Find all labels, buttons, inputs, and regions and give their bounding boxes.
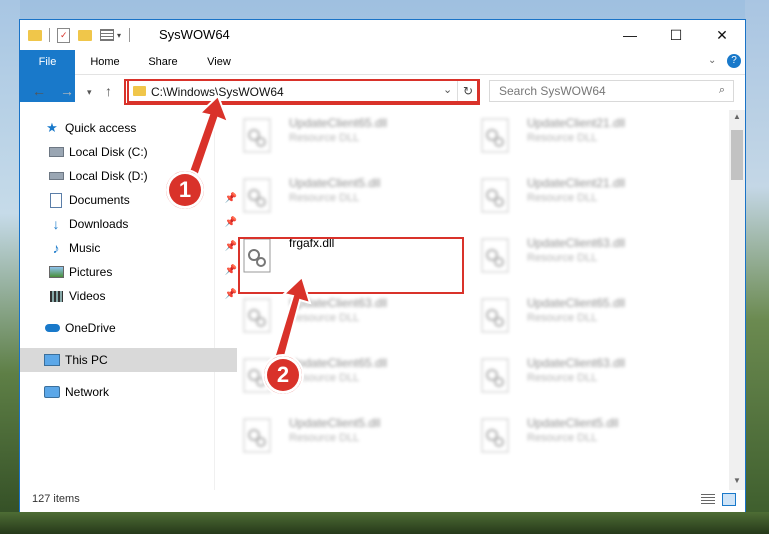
arrow-to-address-bar	[184, 94, 230, 184]
step-2-callout: 2	[262, 354, 304, 396]
step-1-callout: 1	[164, 169, 206, 211]
annotation-arrows	[184, 94, 312, 369]
